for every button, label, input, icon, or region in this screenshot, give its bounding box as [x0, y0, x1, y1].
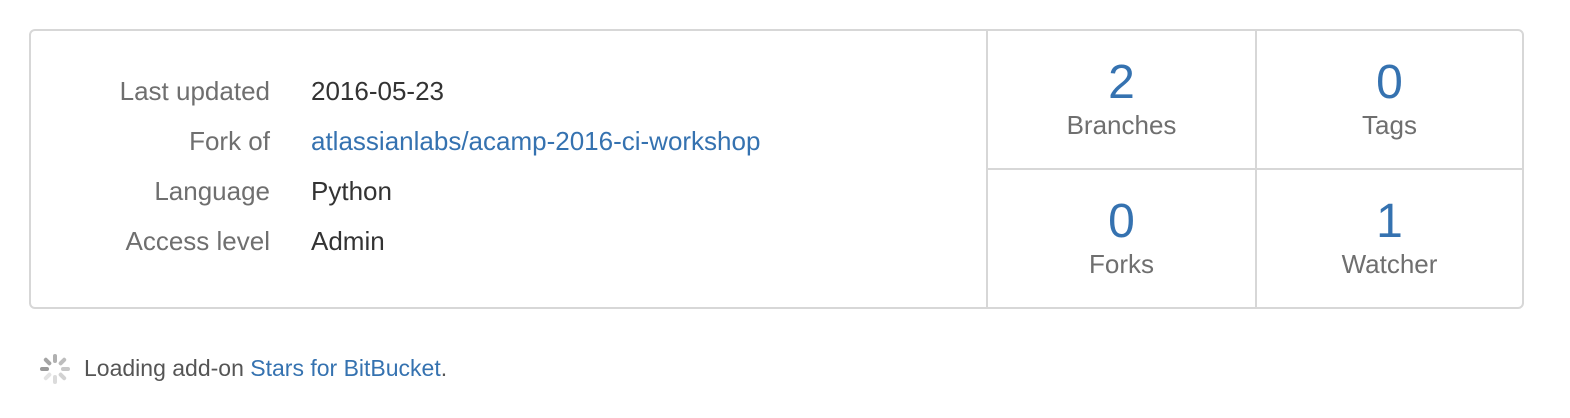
loading-text: Loading add-on Stars for BitBucket. [84, 350, 447, 386]
fork-of-label: Fork of [189, 126, 270, 156]
branches-stat[interactable]: 2 Branches [988, 31, 1257, 170]
fork-of-link[interactable]: atlassianlabs/acamp-2016-ci-workshop [311, 121, 760, 161]
tags-count: 0 [1376, 56, 1403, 109]
addon-name-link[interactable]: Stars for BitBucket [250, 355, 440, 381]
watchers-label: Watcher [1341, 249, 1438, 279]
detail-row-last-updated: Last updated 2016-05-23 [31, 71, 986, 111]
access-level-value: Admin [311, 226, 385, 256]
language-value: Python [311, 176, 392, 206]
forks-label: Forks [1089, 249, 1154, 279]
language-label: Language [154, 176, 270, 206]
tags-stat[interactable]: 0 Tags [1257, 31, 1522, 170]
watchers-stat[interactable]: 1 Watcher [1257, 170, 1522, 307]
repository-details: Last updated 2016-05-23 Fork of atlassia… [31, 31, 986, 307]
loading-spinner-icon [40, 354, 70, 384]
watchers-count: 1 [1376, 195, 1403, 248]
detail-row-fork-of: Fork of atlassianlabs/acamp-2016-ci-work… [31, 121, 986, 161]
repository-overview-panel: Last updated 2016-05-23 Fork of atlassia… [29, 29, 1524, 309]
forks-stat[interactable]: 0 Forks [988, 170, 1257, 307]
branches-label: Branches [1066, 110, 1177, 140]
loading-suffix: . [440, 355, 448, 381]
branches-count: 2 [1108, 56, 1135, 109]
repository-stats: 2 Branches 0 Tags 0 Forks 1 Watcher [986, 31, 1522, 307]
detail-row-language: Language Python [31, 171, 986, 211]
forks-count: 0 [1108, 195, 1135, 248]
detail-row-access-level: Access level Admin [31, 221, 986, 261]
last-updated-label: Last updated [119, 76, 270, 106]
loading-prefix: Loading add-on [84, 355, 251, 381]
access-level-label: Access level [125, 226, 271, 256]
tags-label: Tags [1362, 110, 1417, 140]
last-updated-value: 2016-05-23 [311, 76, 444, 106]
